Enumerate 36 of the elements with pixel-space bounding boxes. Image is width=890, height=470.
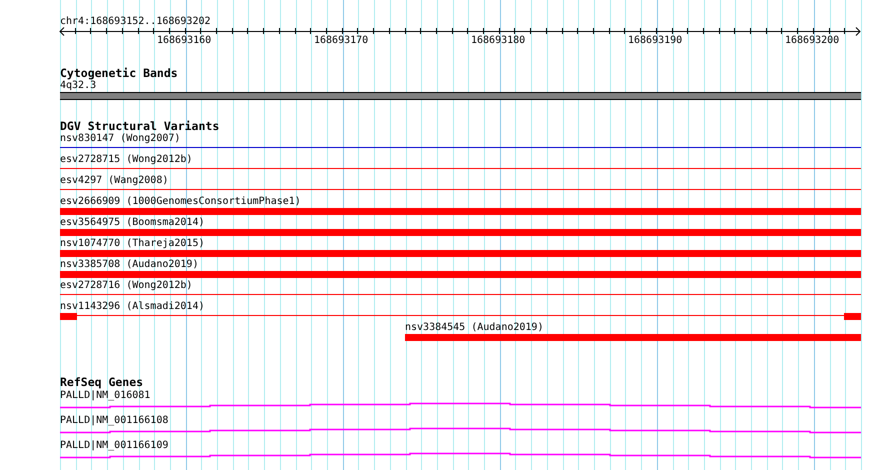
chromosome-band-bar[interactable] bbox=[60, 92, 861, 100]
gene-label: PALLD|NM_016081 bbox=[60, 389, 152, 402]
variant-line[interactable] bbox=[60, 168, 861, 169]
gene-label: PALLD|NM_001166109 bbox=[60, 439, 170, 452]
variant-label: esv2728715 (Wong2012b) bbox=[60, 154, 194, 166]
variant-label: nsv1143296 (Alsmadi2014) bbox=[60, 301, 206, 313]
variant-label: esv4297 (Wang2008) bbox=[60, 175, 170, 187]
variant-line[interactable] bbox=[60, 189, 861, 190]
track-title: DGV Structural Variants bbox=[60, 120, 220, 133]
variant-bar[interactable] bbox=[60, 250, 861, 257]
tick-label: 168693170 bbox=[314, 35, 368, 47]
variant-bar[interactable] bbox=[60, 208, 861, 215]
variant-line[interactable] bbox=[60, 147, 861, 148]
location-text: chr4:168693152..168693202 bbox=[60, 16, 212, 27]
variant-line[interactable] bbox=[60, 294, 861, 295]
variant-bar[interactable] bbox=[844, 313, 861, 320]
variant-bar[interactable] bbox=[60, 271, 861, 278]
variant-bar[interactable] bbox=[60, 313, 77, 320]
variant-line[interactable] bbox=[77, 315, 844, 316]
variant-label: esv2728716 (Wong2012b) bbox=[60, 280, 194, 292]
variant-bar[interactable] bbox=[60, 229, 861, 236]
tick-label: 168693160 bbox=[157, 35, 211, 47]
variant-label: nsv830147 (Wong2007) bbox=[60, 133, 182, 145]
variant-label: nsv3385708 (Audano2019) bbox=[60, 259, 200, 271]
variant-label: esv2666909 (1000GenomesConsortiumPhase1) bbox=[60, 196, 302, 208]
variant-label: esv3564975 (Boomsma2014) bbox=[60, 217, 206, 229]
variant-label: nsv1074770 (Thareja2015) bbox=[60, 238, 206, 250]
band-label: 4q32.3 bbox=[60, 80, 98, 91]
gene-label: PALLD|NM_001166108 bbox=[60, 414, 170, 427]
variant-bar[interactable] bbox=[405, 334, 861, 341]
variant-label: nsv3384545 (Audano2019) bbox=[405, 322, 544, 334]
tick-label: 168693190 bbox=[628, 35, 682, 47]
track-title: RefSeq Genes bbox=[60, 376, 144, 389]
tick-label: 168693180 bbox=[471, 35, 525, 47]
track-title: Cytogenetic Bands bbox=[60, 67, 179, 80]
tick-label: 168693200 bbox=[785, 35, 839, 47]
